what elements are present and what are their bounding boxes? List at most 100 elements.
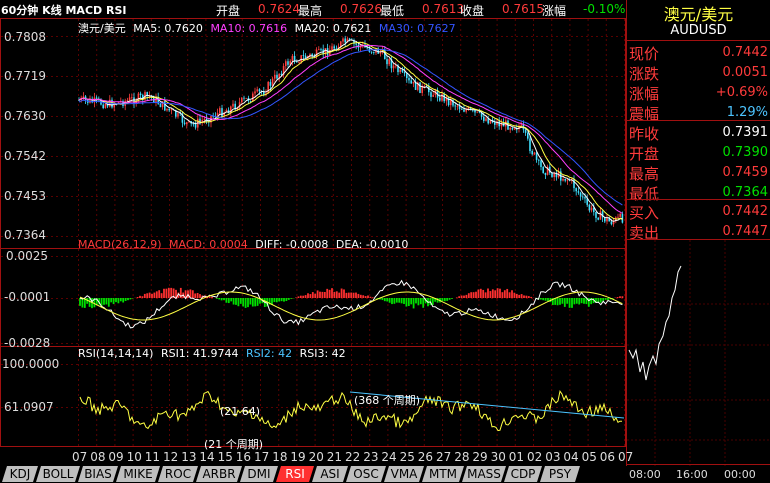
tab-boll[interactable]: BOLL — [36, 466, 80, 482]
quote-row-value: 0.7364 — [722, 185, 769, 200]
rsi-axis-tick: 100.0000 — [2, 357, 60, 371]
low-value: 0.7613 — [422, 2, 464, 16]
x-axis-tick: 16 — [235, 450, 252, 464]
change-value: -0.10% — [583, 2, 626, 16]
tab-mike[interactable]: MIKE — [116, 466, 160, 482]
quote-row: 昨收 0.7391 — [627, 121, 770, 143]
quote-row: 现价 0.7442 — [627, 41, 770, 63]
panel-separator — [627, 40, 770, 41]
quote-row-value: 0.7447 — [722, 224, 769, 239]
x-axis-tick: 11 — [144, 450, 161, 464]
quote-row-value: 0.0051 — [722, 65, 769, 80]
quote-row-value: 0.7459 — [722, 165, 769, 180]
x-axis-tick: 07 — [618, 450, 634, 464]
quote-row: 涨幅 +0.69% — [627, 81, 770, 103]
tab-kdj[interactable]: KDJ — [2, 466, 38, 482]
quote-code: AUDUSD — [670, 23, 727, 38]
candlesticks — [78, 35, 624, 227]
dea-value: DEA: -0.0010 — [335, 238, 409, 251]
x-axis-tick: 02 — [527, 450, 543, 464]
x-axis-tick: 08 — [90, 450, 106, 464]
x-axis-tick: 20 — [308, 450, 324, 464]
close-value: 0.7615 — [502, 2, 544, 16]
quote-row-value: 0.7442 — [722, 204, 769, 219]
x-axis-tick: 25 — [399, 450, 415, 464]
x-axis-tick: 15 — [217, 450, 233, 464]
chart-title: 60分钟 K线 MACD RSI — [1, 4, 127, 17]
x-axis-tick: 28 — [454, 450, 470, 464]
intraday-time-label: 00:00 — [724, 468, 756, 481]
tab-asi[interactable]: ASI — [312, 466, 348, 482]
rsi1-value: RSI1: 41.9744 — [160, 347, 239, 360]
x-axis-tick: 04 — [563, 450, 579, 464]
panel-separator — [627, 199, 770, 200]
quote-name: 澳元/美元 — [663, 5, 734, 24]
close-label: 收盘 — [460, 4, 485, 18]
grid-lines — [1, 19, 625, 446]
x-axis-tick: 03 — [545, 450, 561, 464]
tab-bias[interactable]: BIAS — [78, 466, 118, 482]
macd-legend: MACD(26,12,9) MACD: 0.0004 DIFF: -0.0008… — [78, 238, 412, 251]
rsi-annotation: (368 个周期) — [354, 394, 421, 407]
intraday-chart — [627, 240, 770, 466]
high-label: 最高 — [298, 4, 323, 18]
price-axis-tick: 0.7453 — [4, 189, 46, 203]
x-axis-tick: 26 — [417, 450, 434, 464]
x-axis-tick: 12 — [163, 450, 179, 464]
quote-row: 涨跌 0.0051 — [627, 61, 770, 83]
quote-row: 买入 0.7442 — [627, 200, 770, 222]
tab-mtm[interactable]: MTM — [422, 466, 464, 482]
x-axis-tick: 30 — [490, 450, 506, 464]
open-label: 开盘 — [216, 4, 241, 18]
x-axis-tick: 01 — [508, 450, 525, 464]
x-axis-tick: 21 — [326, 450, 343, 464]
tab-rsi[interactable]: RSI — [276, 466, 314, 482]
rsi-panel-frame — [0, 346, 626, 447]
rsi-annotation: (21 64) — [220, 405, 261, 418]
moving-average-lines — [78, 39, 623, 222]
tab-dmi[interactable]: DMI — [240, 466, 278, 482]
tab-mass[interactable]: MASS — [462, 466, 506, 482]
instrument-name: 澳元/美元 — [78, 22, 126, 35]
tab-arbr[interactable]: ARBR — [196, 466, 242, 482]
x-axis-tick: 29 — [472, 450, 488, 464]
rsi-name: RSI(14,14,14) — [78, 347, 154, 360]
rsi-axis-tick: 61.0907 — [4, 400, 54, 414]
panel-separator — [627, 239, 770, 240]
price-axis-tick: 0.7542 — [4, 149, 46, 163]
tab-osc[interactable]: OSC — [346, 466, 386, 482]
intraday-price-line — [628, 265, 682, 381]
price-axis-tick: 0.7364 — [4, 228, 46, 242]
quote-row-value: 0.7391 — [722, 125, 769, 140]
tab-psy[interactable]: PSY — [540, 466, 580, 482]
tab-cdp[interactable]: CDP — [504, 466, 542, 482]
x-axis-tick: 07 — [72, 450, 88, 464]
macd-value: MACD: 0.0004 — [169, 238, 248, 251]
low-label: 最低 — [380, 4, 405, 18]
macd-axis-tick: -0.0028 — [4, 336, 51, 350]
indicator-tabs: KDJ BOLL BIAS MIKE ROC ARBR DMI RSI ASI OSC VMA MTM… — [0, 466, 626, 483]
price-axis-tick: 0.7808 — [4, 30, 46, 44]
x-axis-tick: 18 — [272, 450, 288, 464]
header-bar: 60分钟 K线 MACD RSI 开盘 0.7624 最高 0.7626 最低 … — [0, 0, 626, 18]
ma10-value: MA10: 0.7616 — [210, 22, 288, 35]
x-axis-tick: 22 — [345, 450, 361, 464]
panel-separator — [627, 120, 770, 121]
open-value: 0.7624 — [258, 2, 300, 16]
x-axis-tick: 14 — [199, 450, 215, 464]
ma5-value: MA5: 0.7620 — [133, 22, 203, 35]
macd-name: MACD(26,12,9) — [78, 238, 162, 251]
x-axis-tick: 27 — [436, 450, 452, 464]
quote-row: 最高 0.7459 — [627, 161, 770, 183]
intraday-time-label: 08:00 — [629, 468, 661, 481]
x-axis-tick: 23 — [363, 450, 379, 464]
tab-vma[interactable]: VMA — [384, 466, 424, 482]
high-value: 0.7626 — [340, 2, 382, 16]
quote-row: 开盘 0.7390 — [627, 141, 770, 163]
x-axis-tick: 09 — [108, 450, 124, 464]
rsi3-value: RSI3: 42 — [299, 347, 346, 360]
rsi2-value: RSI2: 42 — [246, 347, 293, 360]
tab-roc[interactable]: ROC — [158, 466, 198, 482]
x-axis-tick: 05 — [581, 450, 597, 464]
price-axis-tick: 0.7719 — [4, 69, 46, 83]
